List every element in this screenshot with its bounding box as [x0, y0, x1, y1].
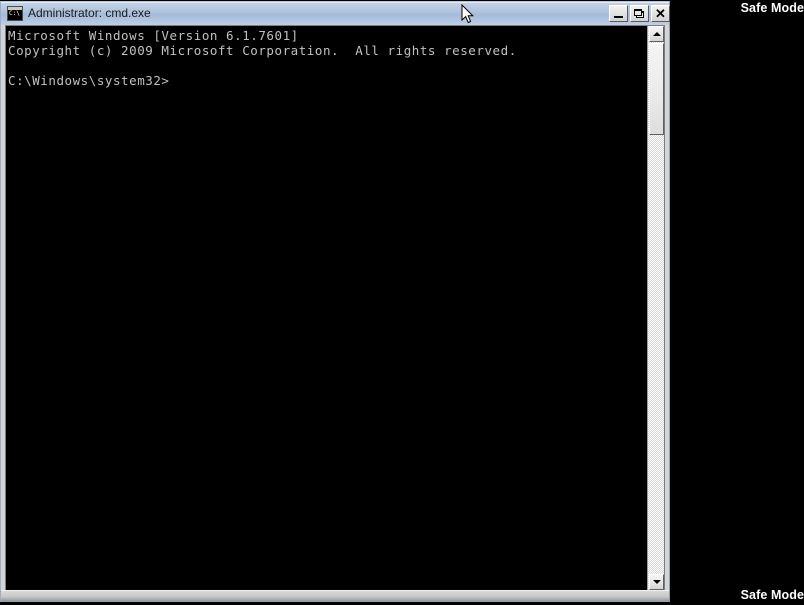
desktop-background: Safe Mode Safe Mode C:\ Administrator: c… [0, 0, 804, 605]
cmd-icon[interactable]: C:\ [7, 6, 23, 21]
vertical-scrollbar[interactable] [647, 26, 664, 590]
scroll-down-arrow[interactable] [649, 574, 664, 590]
minimize-icon [614, 16, 623, 18]
chevron-down-icon [652, 580, 661, 584]
window-bottom-strip [1, 590, 669, 601]
safe-mode-watermark-top-right: Safe Mode [740, 1, 804, 15]
console-output-surface[interactable]: Microsoft Windows [Version 6.1.7601] Cop… [6, 26, 648, 590]
restore-button[interactable] [630, 5, 649, 22]
title-bar-highlight [1, 2, 669, 3]
console-client-area[interactable]: Microsoft Windows [Version 6.1.7601] Cop… [5, 25, 665, 591]
cmd-icon-text: C:\ [9, 10, 20, 17]
close-button[interactable]: ✕ [651, 5, 670, 22]
chevron-up-icon [652, 32, 661, 36]
scroll-thumb[interactable] [649, 43, 664, 135]
restore-icon-front [634, 9, 642, 16]
console-output-text: Microsoft Windows [Version 6.1.7601] Cop… [8, 28, 517, 88]
close-icon: ✕ [655, 6, 666, 21]
safe-mode-watermark-bottom-right: Safe Mode [740, 588, 804, 602]
window-title-text: Administrator: cmd.exe [28, 6, 151, 20]
cmd-window[interactable]: C:\ Administrator: cmd.exe ✕ Microsoft W… [0, 1, 670, 602]
scroll-up-arrow[interactable] [649, 26, 664, 42]
minimize-button[interactable] [609, 5, 628, 22]
window-title-bar[interactable]: C:\ Administrator: cmd.exe ✕ [1, 2, 670, 25]
window-frame: C:\ Administrator: cmd.exe ✕ Microsoft W… [1, 2, 670, 601]
window-bottom-strip-highlight [1, 590, 669, 591]
